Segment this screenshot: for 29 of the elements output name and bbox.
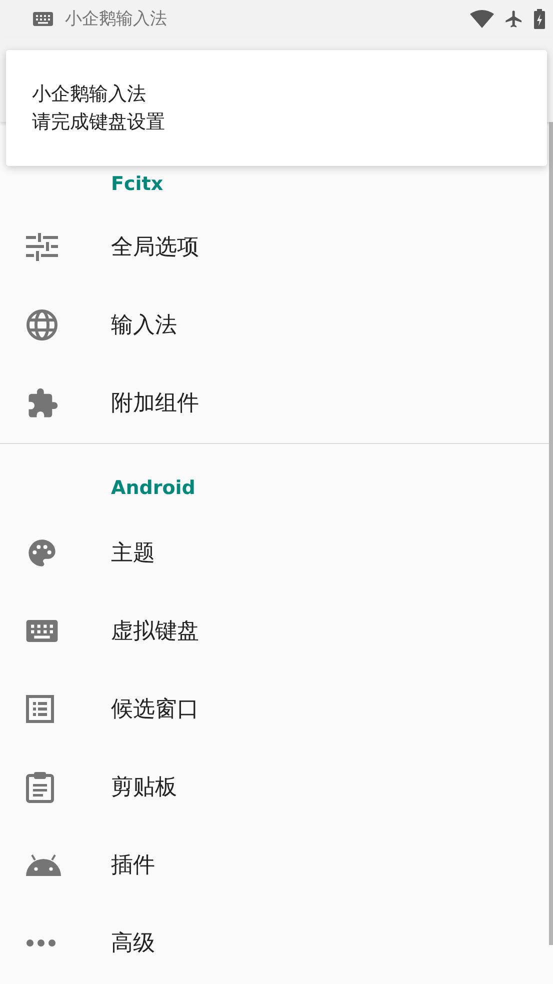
- globe-icon: [26, 309, 58, 341]
- battery-charging-icon: [534, 8, 545, 28]
- airplane-icon: [504, 8, 524, 28]
- notification-title: 小企鹅输入法: [32, 82, 146, 107]
- category-header: Android: [110, 476, 196, 501]
- settings-item[interactable]: 主题: [0, 514, 553, 592]
- keyboard-icon: [26, 620, 58, 642]
- keyboard-icon: [33, 12, 53, 26]
- wifi-icon: [470, 10, 494, 28]
- settings-item[interactable]: 全局选项: [0, 208, 553, 286]
- more-icon: [26, 939, 56, 947]
- clipboard-icon: [26, 771, 54, 803]
- scrollbar[interactable]: [549, 122, 553, 945]
- settings-item[interactable]: 输入法: [0, 286, 553, 364]
- settings-item[interactable]: 附加组件: [0, 364, 553, 442]
- sliders-icon: [26, 233, 58, 261]
- category-header: Fcitx: [110, 172, 164, 197]
- settings-item[interactable]: 高级: [0, 904, 553, 982]
- notification-text: 请完成键盘设置: [32, 110, 165, 135]
- settings-item[interactable]: 剪贴板: [0, 748, 553, 826]
- settings-item[interactable]: 候选窗口: [0, 670, 553, 748]
- list-icon: [26, 695, 54, 723]
- palette-icon: [26, 537, 58, 569]
- android-icon: [26, 854, 61, 876]
- notification-app-name: 小企鹅输入法: [65, 8, 167, 30]
- settings-item[interactable]: 虚拟键盘: [0, 592, 553, 670]
- puzzle-icon: [26, 386, 59, 420]
- settings-item[interactable]: 插件: [0, 826, 553, 904]
- notification-card[interactable]: 小企鹅输入法 请完成键盘设置: [6, 50, 547, 166]
